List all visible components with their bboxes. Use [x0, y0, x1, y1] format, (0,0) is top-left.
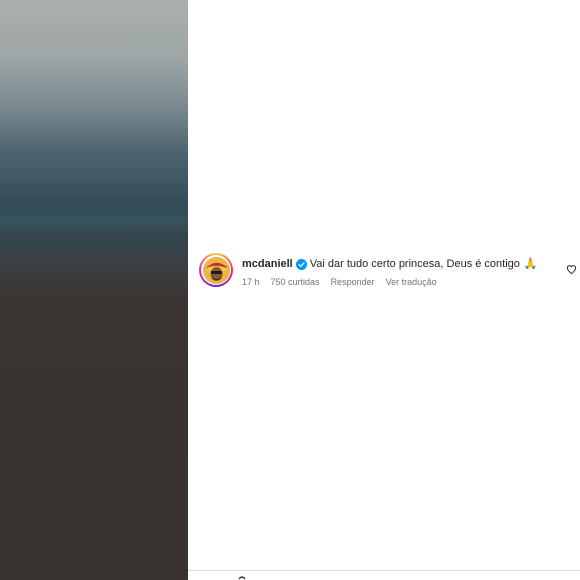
see-translation-button[interactable]: Ver tradução: [386, 277, 437, 287]
comment-likes-count[interactable]: 750 curtidas: [271, 277, 320, 287]
comment-line: mcdaniell Vai dar tudo certo princesa, D…: [242, 257, 538, 271]
comment-timestamp[interactable]: 17 h: [242, 277, 260, 287]
comment-body: mcdaniell Vai dar tudo certo princesa, D…: [242, 253, 538, 287]
praying-hands-emoji: 🙏: [523, 258, 538, 270]
verified-badge-icon: [295, 258, 307, 270]
comments-panel: mcdaniell Vai dar tudo certo princesa, D…: [188, 0, 580, 580]
partial-icon: [238, 576, 246, 580]
comment-text: Vai dar tudo certo princesa, Deus é cont…: [309, 258, 520, 270]
post-media[interactable]: [0, 0, 188, 580]
avatar-image: [202, 256, 230, 284]
comment-username[interactable]: mcdaniell: [242, 257, 293, 271]
bottom-divider: [188, 570, 580, 571]
avatar[interactable]: [199, 253, 233, 287]
heart-outline-icon[interactable]: [566, 264, 577, 275]
comment-meta: 17 h 750 curtidas Responder Ver tradução: [242, 277, 538, 287]
reply-button[interactable]: Responder: [331, 277, 375, 287]
comment-item: mcdaniell Vai dar tudo certo princesa, D…: [199, 253, 579, 287]
instagram-post-view: mcdaniell Vai dar tudo certo princesa, D…: [0, 0, 580, 580]
